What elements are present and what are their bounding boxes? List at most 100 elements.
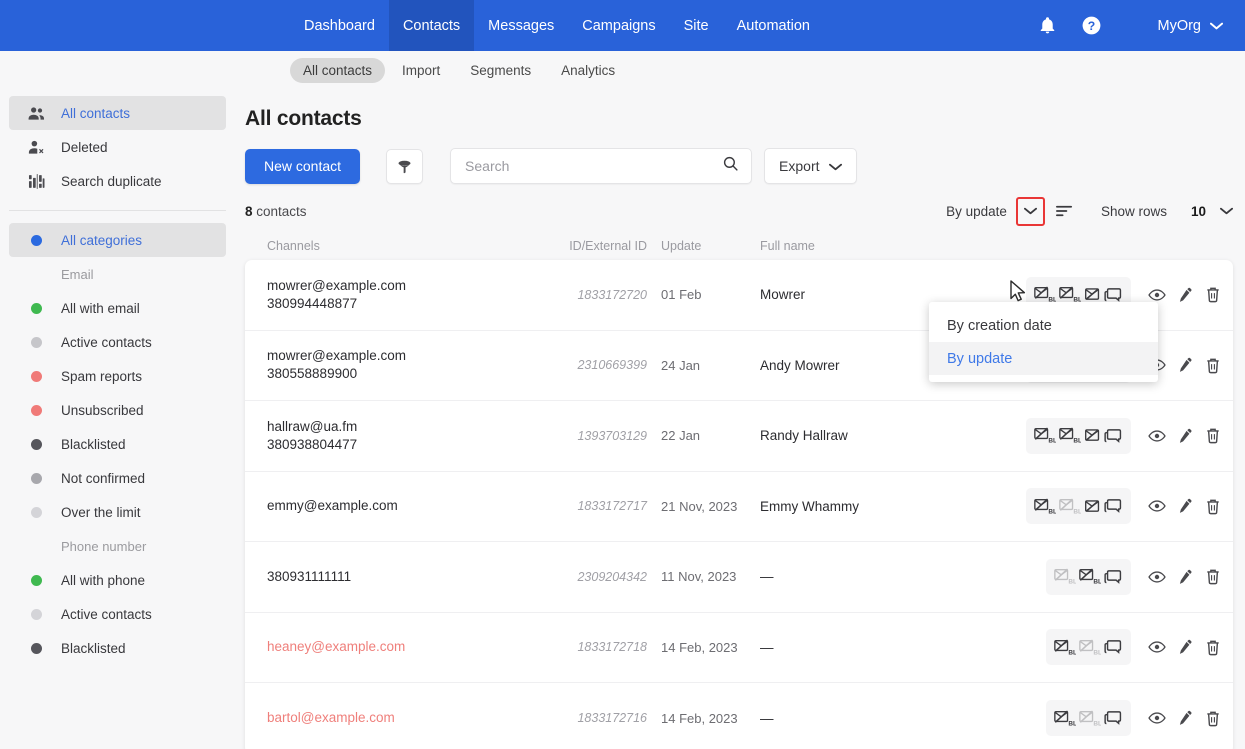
main-content: All contacts New contact Search Export 8…	[235, 90, 1245, 749]
show-rows-label: Show rows	[1100, 203, 1167, 219]
table-row[interactable]: emmy@example.com 1833172717 21 Nov, 2023 Em…	[245, 472, 1233, 542]
subnav-item-all-contacts[interactable]: All contacts	[290, 58, 386, 83]
sidebar-category-label: All categories	[61, 232, 143, 248]
subnav-item-analytics[interactable]: Analytics	[548, 58, 628, 83]
pencil-icon[interactable]	[1178, 569, 1193, 585]
channel-status-icons: BL BL	[1046, 558, 1131, 595]
chat-icon[interactable]	[1104, 638, 1123, 656]
search-icon[interactable]	[722, 155, 739, 177]
chat-icon[interactable]	[1104, 497, 1123, 515]
sidebar-item-search-duplicate[interactable]: Search duplicate	[9, 164, 226, 198]
table-row[interactable]: hallraw@ua.fm 380938804477 1393703129 22 Ja…	[245, 401, 1233, 472]
cell-channels: hallraw@ua.fm 380938804477	[267, 418, 562, 454]
svg-text:?: ?	[1088, 19, 1095, 33]
sort-dropdown-toggle[interactable]	[1015, 196, 1045, 226]
org-selector[interactable]: MyOrg	[1114, 18, 1224, 34]
new-contact-button[interactable]: New contact	[245, 148, 361, 184]
sidebar-category-all-categories[interactable]: All categories	[9, 223, 226, 257]
status-dot-icon	[26, 506, 47, 518]
status-dot-icon	[26, 234, 47, 246]
sort-dropdown-menu[interactable]: By creation date By update	[929, 302, 1158, 382]
email-off-icon[interactable]	[1084, 427, 1101, 444]
email-blacklist-icon[interactable]: BL	[1054, 639, 1076, 656]
chat-icon[interactable]	[1104, 427, 1123, 445]
email-blacklist-icon[interactable]: BL	[1054, 710, 1076, 727]
channel-status-icons: BL BL	[1046, 629, 1131, 666]
pencil-icon[interactable]	[1178, 710, 1193, 726]
email-blacklist-icon[interactable]: BL	[1034, 498, 1056, 515]
sidebar-category-active-contacts[interactable]: Active contacts	[9, 597, 226, 631]
trash-icon[interactable]	[1205, 357, 1221, 374]
dropdown-option-by-creation-date[interactable]: By creation date	[929, 309, 1158, 342]
pencil-icon[interactable]	[1178, 287, 1193, 303]
cell-contact-id: 1833172720	[577, 287, 647, 302]
trash-icon[interactable]	[1205, 286, 1221, 303]
subnav-item-segments[interactable]: Segments	[457, 58, 544, 83]
pencil-icon[interactable]	[1178, 639, 1193, 655]
contact-phone: 380994448877	[267, 295, 358, 311]
trash-icon[interactable]	[1205, 427, 1221, 444]
sidebar-category-blacklisted[interactable]: Blacklisted	[9, 631, 226, 665]
table-row[interactable]: heaney@example.com 1833172718 14 Feb, 2023…	[245, 613, 1233, 683]
sidebar-category-spam-reports[interactable]: Spam reports	[9, 359, 226, 393]
rows-per-page-dropdown[interactable]	[1220, 207, 1233, 215]
eye-icon[interactable]	[1148, 499, 1166, 513]
topnav-item-site[interactable]: Site	[670, 0, 723, 51]
sms-blacklist-icon[interactable]: BL	[1079, 568, 1101, 585]
topnav-item-contacts[interactable]: Contacts	[388, 0, 475, 51]
export-label: Export	[779, 158, 820, 174]
sidebar-category-all-with-email[interactable]: All with email	[9, 291, 226, 325]
email-blacklist-icon[interactable]: BL	[1034, 427, 1056, 444]
help-circle-icon[interactable]: ?	[1070, 0, 1114, 51]
eye-icon[interactable]	[1148, 640, 1166, 654]
trash-icon[interactable]	[1205, 710, 1221, 727]
sidebar-category-over-the-limit[interactable]: Over the limit	[9, 495, 226, 529]
chat-icon[interactable]	[1104, 568, 1123, 586]
sidebar-category-blacklisted[interactable]: Blacklisted	[9, 427, 226, 461]
email-off-icon[interactable]	[1084, 498, 1101, 515]
topnav-item-automation[interactable]: Automation	[723, 0, 824, 51]
sidebar-item-deleted[interactable]: Deleted	[9, 130, 226, 164]
chat-icon[interactable]	[1104, 709, 1123, 727]
search-field-wrapper[interactable]	[450, 148, 753, 184]
subnav-item-import[interactable]: Import	[389, 58, 453, 83]
table-row[interactable]: 380931111111 2309204342 11 Nov, 2023 — BL BL	[245, 542, 1233, 613]
dropdown-option-by-update[interactable]: By update	[929, 342, 1158, 375]
trash-icon[interactable]	[1205, 639, 1221, 656]
eye-icon[interactable]	[1148, 711, 1166, 725]
table-row[interactable]: bartol@example.com 1833172716 14 Feb, 2023…	[245, 683, 1233, 749]
eye-icon[interactable]	[1148, 570, 1166, 584]
sidebar-category-active-contacts[interactable]: Active contacts	[9, 325, 226, 359]
search-input[interactable]	[465, 158, 723, 174]
bell-icon[interactable]	[1026, 0, 1070, 51]
export-button[interactable]: Export	[764, 148, 857, 184]
rows-per-page-value: 10	[1190, 203, 1206, 219]
trash-icon[interactable]	[1205, 498, 1221, 515]
topnav-item-dashboard[interactable]: Dashboard	[290, 0, 389, 51]
sidebar-category-all-with-phone[interactable]: All with phone	[9, 563, 226, 597]
topnav-item-campaigns[interactable]: Campaigns	[568, 0, 669, 51]
column-header-update: Update	[661, 239, 702, 253]
trash-icon[interactable]	[1205, 568, 1221, 585]
sms-blacklist-icon[interactable]: BL	[1059, 286, 1081, 303]
column-header-full-name: Full name	[760, 239, 815, 253]
pencil-icon[interactable]	[1178, 357, 1193, 373]
cell-contact-id: 1833172718	[577, 640, 647, 655]
pencil-icon[interactable]	[1178, 428, 1193, 444]
eye-icon[interactable]	[1148, 429, 1166, 443]
pencil-icon[interactable]	[1178, 498, 1193, 514]
sidebar-item-all-contacts[interactable]: All contacts	[9, 96, 226, 130]
contact-email: hallraw@ua.fm	[267, 418, 358, 434]
sidebar-category-not-confirmed[interactable]: Not confirmed	[9, 461, 226, 495]
email-blacklist-icon[interactable]: BL	[1034, 286, 1056, 303]
sort-descending-icon[interactable]	[1055, 204, 1074, 218]
filter-funnel-icon[interactable]	[386, 148, 424, 184]
sidebar-item-label: Search duplicate	[61, 173, 162, 189]
sidebar-category-unsubscribed[interactable]: Unsubscribed	[9, 393, 226, 427]
eye-icon[interactable]	[1148, 288, 1166, 302]
contact-email: mowrer@example.com	[267, 277, 406, 293]
topnav-item-messages[interactable]: Messages	[474, 0, 568, 51]
email-off-icon[interactable]	[1084, 286, 1101, 303]
sms-blacklist-icon[interactable]: BL	[1059, 427, 1081, 444]
topnav-items: Dashboard Contacts Messages Campaigns Site Au…	[290, 0, 824, 51]
